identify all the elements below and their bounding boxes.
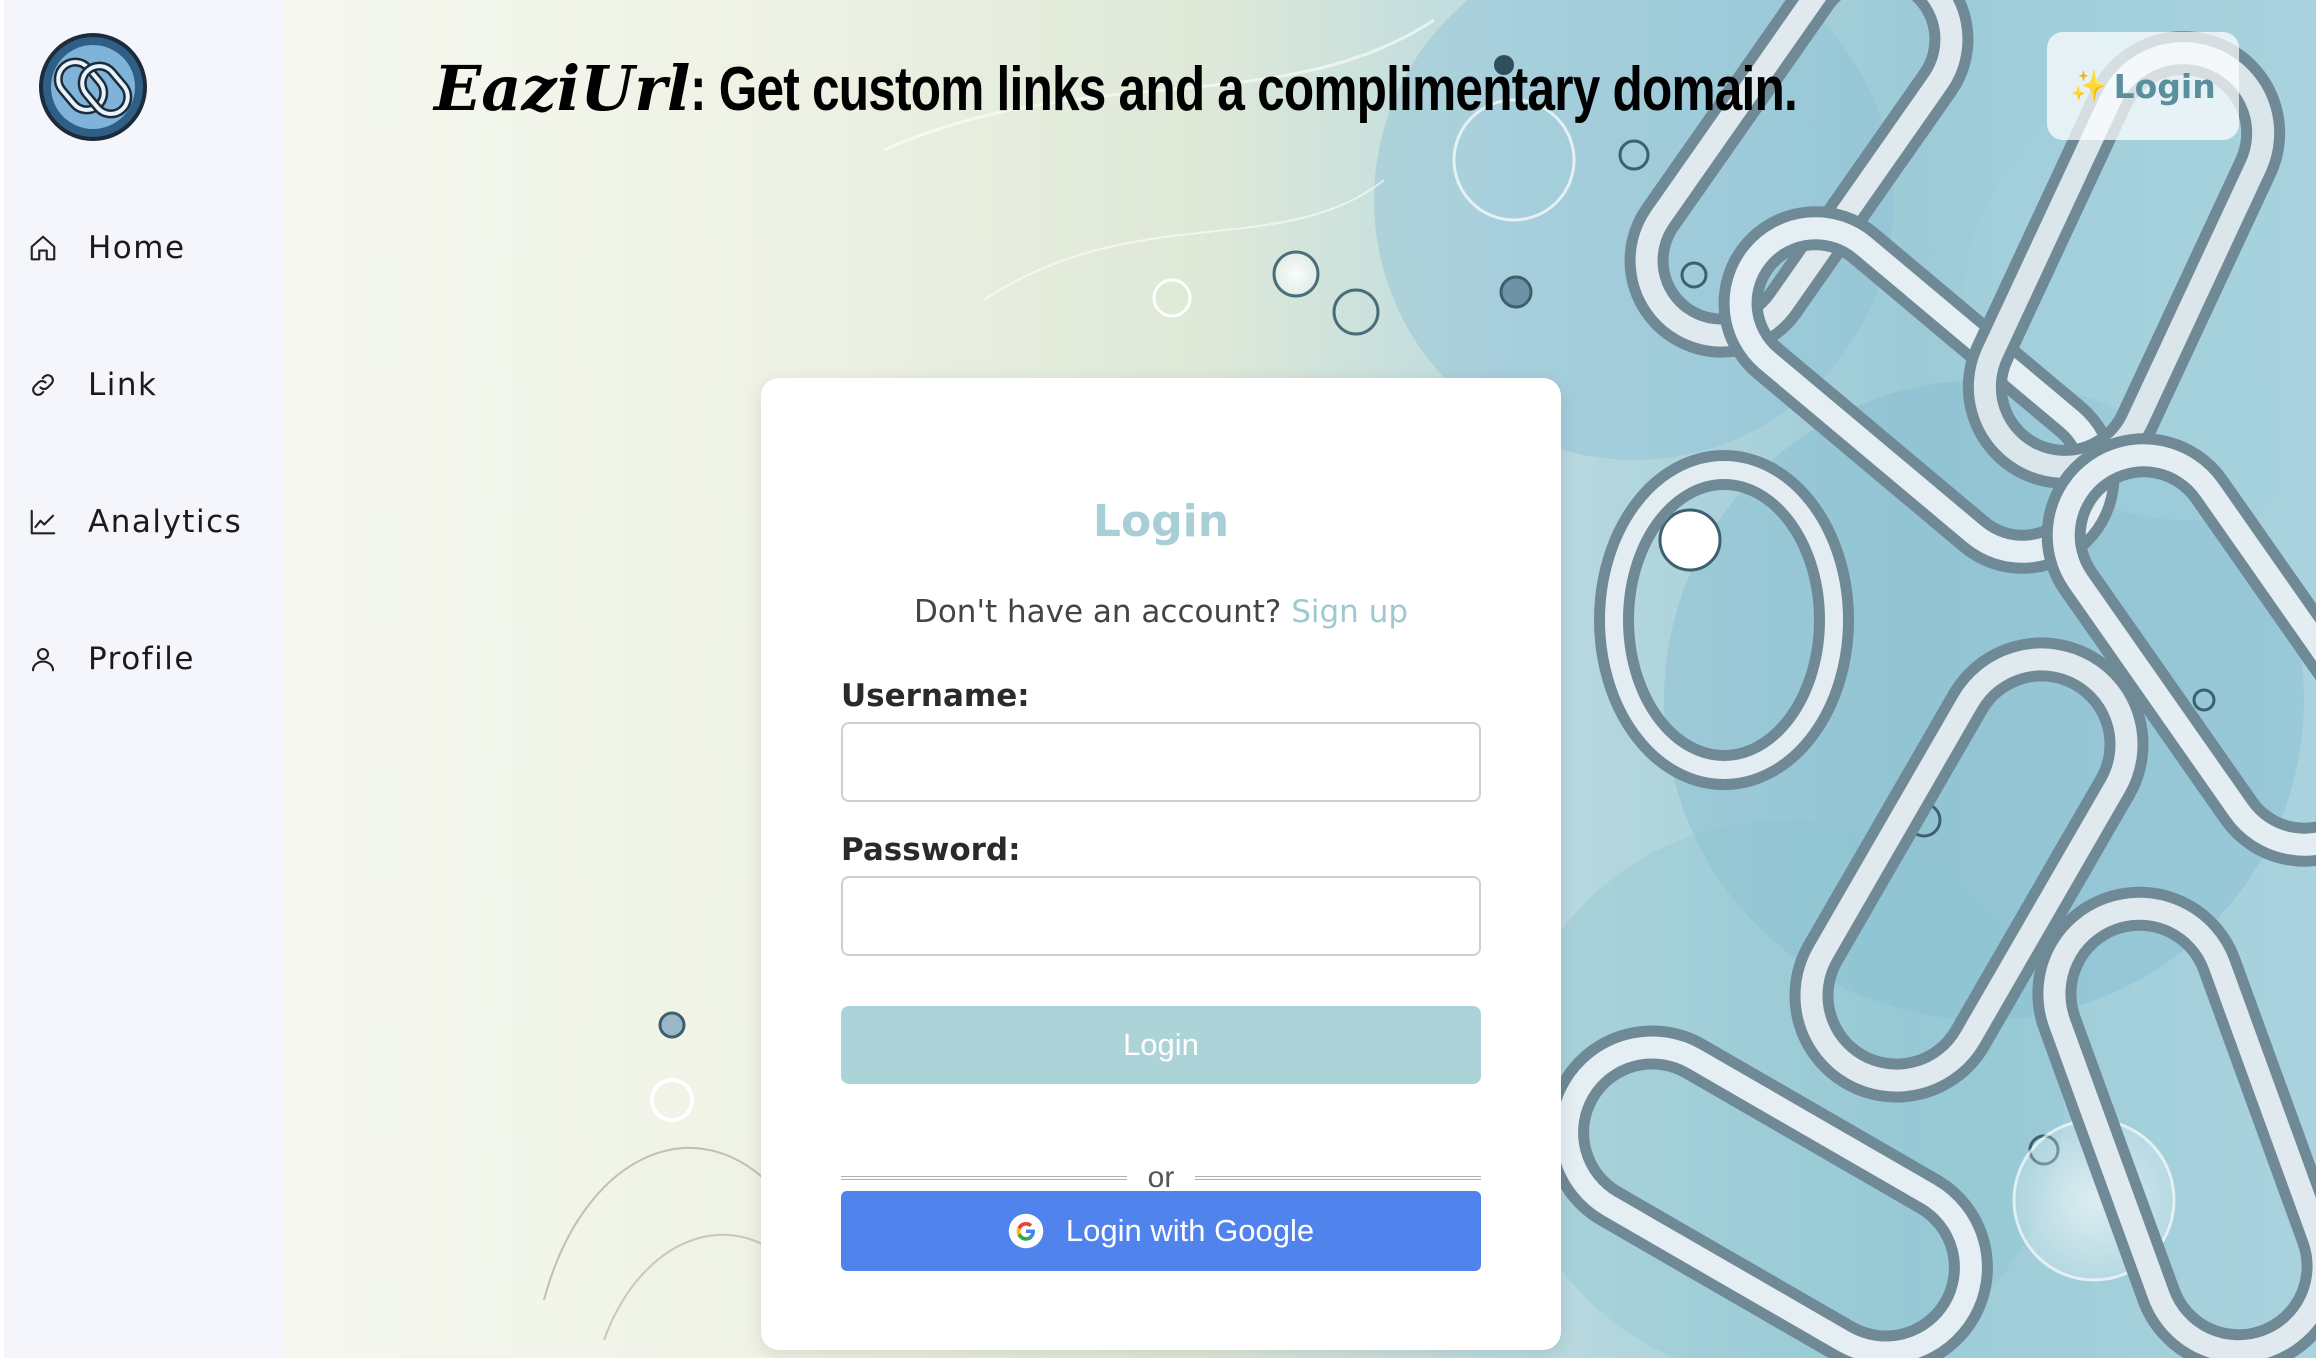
sidebar-item-label: Home <box>88 230 186 266</box>
google-login-label: Login with Google <box>1065 1213 1315 1248</box>
login-card: Login Don't have an account? Sign up Use… <box>761 378 1561 1350</box>
signup-prompt: Don't have an account? Sign up <box>761 594 1561 630</box>
login-title: Login <box>1092 496 1230 547</box>
page: Home Link Analytics Profile EaziUrl : Ge… <box>0 0 2316 1358</box>
home-icon <box>26 231 60 265</box>
google-login-button[interactable]: Login with Google <box>841 1191 1481 1271</box>
chain-link-logo[interactable] <box>36 30 150 144</box>
password-field[interactable] <box>841 876 1481 956</box>
login-submit-button[interactable]: Login <box>841 1006 1481 1084</box>
signup-link[interactable]: Sign up <box>1291 594 1408 630</box>
header-login-button[interactable]: ✨ Login <box>2047 32 2239 140</box>
sidebar: Home Link Analytics Profile <box>0 0 284 1358</box>
username-field[interactable] <box>841 722 1481 802</box>
tagline: : Get custom links and a complimentary d… <box>690 55 1798 124</box>
header-login-label: Login <box>2113 66 2216 106</box>
sparkles-icon: ✨ <box>2070 68 2108 104</box>
sidebar-item-analytics[interactable]: Analytics <box>26 492 266 552</box>
sidebar-item-label: Analytics <box>88 504 243 540</box>
sidebar-item-home[interactable]: Home <box>26 218 266 278</box>
google-g-icon <box>1008 1213 1044 1249</box>
no-account-text: Don't have an account? <box>913 594 1282 630</box>
sidebar-item-label: Link <box>88 367 158 403</box>
chart-line-icon <box>26 505 60 539</box>
sidebar-item-profile[interactable]: Profile <box>26 629 266 689</box>
sidebar-item-label: Profile <box>88 641 195 677</box>
user-icon <box>26 642 60 676</box>
link-icon <box>26 368 60 402</box>
brand-name: EaziUrl <box>434 52 691 125</box>
username-label: Username: <box>841 678 1030 714</box>
page-title: EaziUrl : Get custom links and a complim… <box>434 44 2074 134</box>
password-label: Password: <box>841 832 1021 868</box>
sidebar-item-link[interactable]: Link <box>26 355 266 415</box>
